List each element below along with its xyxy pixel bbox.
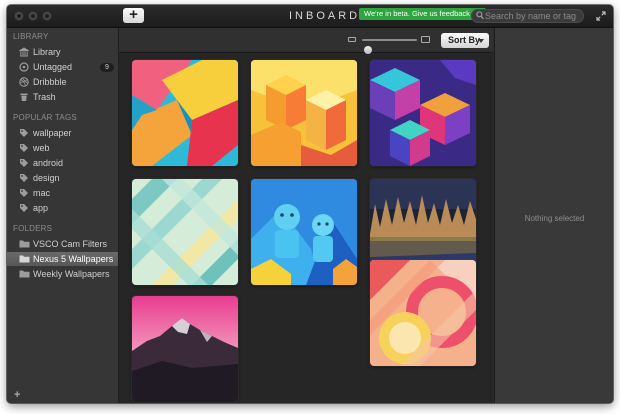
sidebar-item-label: Library — [33, 47, 61, 57]
dribbble-icon — [19, 77, 29, 87]
slider-knob[interactable] — [363, 46, 372, 54]
zoom-window-button[interactable] — [42, 11, 52, 21]
tag-icon — [20, 174, 28, 182]
thumbnail-size-slider[interactable] — [362, 39, 417, 54]
folders-section-header: FOLDERS — [13, 224, 53, 233]
folder-icon — [19, 270, 30, 278]
untagged-count-badge: 9 — [100, 63, 114, 72]
detail-pane: Nothing selected — [494, 28, 613, 403]
beta-feedback-label: We're in beta. Give us feedback — [364, 9, 470, 18]
title-bar: + INBOARD We're in beta. Give us feedbac… — [7, 5, 613, 28]
tag-icon — [20, 159, 28, 167]
sidebar-item-trash[interactable]: Trash — [7, 90, 118, 104]
sidebar-item-label: VSCO Cam Filters — [33, 239, 108, 249]
sidebar-item-label: Weekly Wallpapers — [33, 269, 110, 279]
thumb-blue-robots[interactable] — [251, 179, 357, 285]
sidebar-item-label: web — [33, 143, 50, 153]
popular-tags-section-header: POPULAR TAGS — [13, 113, 77, 122]
thumb-yellow-isometric-city[interactable] — [251, 60, 357, 166]
sidebar-item-label: wallpaper — [33, 128, 72, 138]
sort-by-label: Sort By — [448, 35, 481, 45]
tag-icon — [20, 204, 28, 212]
sidebar-item-label: app — [33, 203, 49, 213]
sidebar: LIBRARY Library Untagged 9 Dribbble Tras… — [7, 28, 119, 403]
thumb-orange-circles[interactable] — [370, 260, 476, 366]
sidebar-item-tag-mac[interactable]: mac — [7, 186, 118, 200]
sidebar-item-untagged[interactable]: Untagged 9 — [7, 60, 118, 74]
sort-by-button[interactable]: Sort By — [441, 33, 489, 48]
close-window-button[interactable] — [14, 11, 24, 21]
sidebar-item-label: design — [33, 173, 60, 183]
sidebar-item-folder-vsco-cam-filters[interactable]: VSCO Cam Filters — [7, 237, 118, 251]
add-folder-button[interactable]: + — [14, 389, 20, 401]
folder-icon — [19, 240, 30, 248]
thumb-pink-mountains[interactable] — [132, 296, 238, 402]
folder-icon — [19, 255, 30, 263]
thumb-pink-blue-geometric[interactable] — [132, 60, 238, 166]
sidebar-item-tag-app[interactable]: app — [7, 201, 118, 215]
search-input[interactable] — [485, 9, 581, 23]
main-grid-area: Sort By — [119, 28, 493, 403]
tag-icon — [20, 189, 28, 197]
trash-icon — [20, 93, 28, 101]
thumb-purple-cubes[interactable] — [370, 60, 476, 166]
library-section-header: LIBRARY — [13, 32, 49, 41]
search-icon — [476, 11, 484, 20]
sidebar-item-label: mac — [33, 188, 51, 198]
nothing-selected-text: Nothing selected — [524, 214, 585, 223]
library-icon — [19, 47, 29, 57]
large-thumbnail-icon — [421, 36, 430, 43]
sidebar-item-tag-web[interactable]: web — [7, 141, 118, 155]
thumb-teal-diagonal-stripes[interactable] — [132, 179, 238, 285]
app-title: INBOARD — [289, 10, 361, 22]
sidebar-item-folder-nexus-5-wallpapers[interactable]: Nexus 5 Wallpapers — [7, 252, 118, 266]
add-button[interactable]: + — [123, 7, 144, 23]
small-thumbnail-icon — [348, 37, 356, 42]
sidebar-item-folder-weekly-wallpapers[interactable]: Weekly Wallpapers — [7, 267, 118, 281]
search-field[interactable] — [471, 9, 584, 23]
beta-feedback-badge[interactable]: We're in beta. Give us feedback› — [359, 8, 486, 20]
untagged-icon — [19, 62, 29, 72]
fullscreen-icon[interactable] — [596, 11, 606, 21]
chevron-down-icon — [478, 39, 484, 43]
minimize-window-button[interactable] — [28, 11, 38, 21]
sidebar-item-label: Dribbble — [33, 77, 67, 87]
sidebar-item-label: android — [33, 158, 64, 168]
sidebar-item-tag-wallpaper[interactable]: wallpaper — [7, 126, 118, 140]
sidebar-item-tag-design[interactable]: design — [7, 171, 118, 185]
sidebar-item-dribbble[interactable]: Dribbble — [7, 75, 118, 89]
sidebar-item-label: Nexus 5 Wallpapers — [33, 254, 114, 264]
sidebar-item-library[interactable]: Library — [7, 45, 118, 59]
grid-toolbar: Sort By — [119, 28, 493, 54]
sidebar-item-label: Trash — [33, 92, 56, 102]
sidebar-item-tag-android[interactable]: android — [7, 156, 118, 170]
tag-icon — [20, 144, 28, 152]
sidebar-item-label: Untagged — [33, 62, 73, 72]
tag-icon — [20, 129, 28, 137]
app-window: + INBOARD We're in beta. Give us feedbac… — [7, 5, 613, 403]
